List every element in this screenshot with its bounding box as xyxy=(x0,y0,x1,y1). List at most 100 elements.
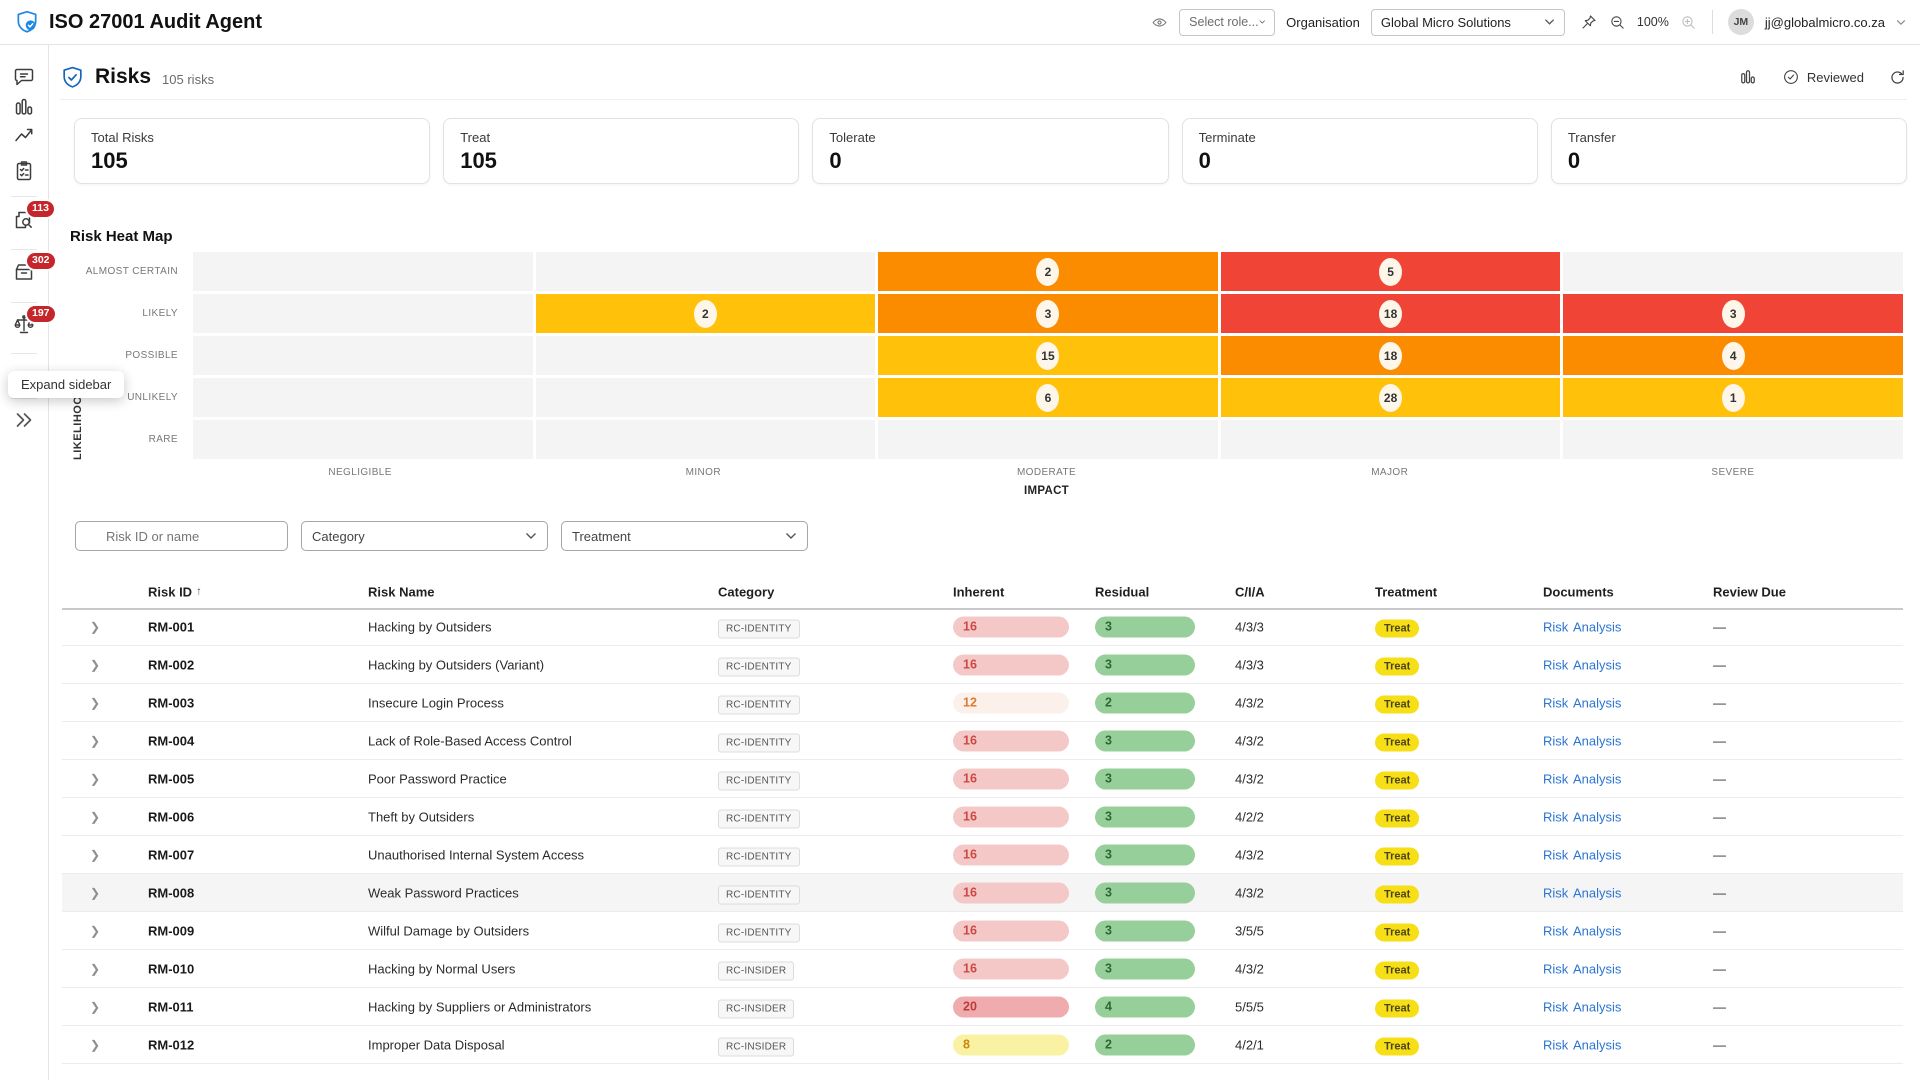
row-expand-icon[interactable]: ❯ xyxy=(90,924,100,938)
column-header-treatment[interactable]: Treatment xyxy=(1375,584,1437,599)
row-expand-icon[interactable]: ❯ xyxy=(90,734,100,748)
risk-document-link[interactable]: Risk xyxy=(1543,999,1568,1014)
chevron-down-icon[interactable] xyxy=(1896,19,1906,26)
analysis-document-link[interactable]: Analysis xyxy=(1573,923,1621,938)
heatmap-cell[interactable]: 18 xyxy=(1221,294,1561,333)
heatmap-cell[interactable]: 15 xyxy=(878,336,1218,375)
table-row[interactable]: ❯ RM-010 Hacking by Normal Users RC-INSI… xyxy=(62,950,1903,988)
risk-search-input[interactable] xyxy=(75,521,288,551)
sidebar-item-evidence-box[interactable]: 302 xyxy=(12,260,36,284)
table-row[interactable]: ❯ RM-006 Theft by Outsiders RC-IDENTITY … xyxy=(62,798,1903,836)
chevron-down-icon xyxy=(525,532,537,540)
zoom-out-icon[interactable] xyxy=(1609,14,1626,31)
analysis-document-link[interactable]: Analysis xyxy=(1573,809,1621,824)
row-expand-icon[interactable]: ❯ xyxy=(90,1000,100,1014)
column-header-category[interactable]: Category xyxy=(718,584,774,599)
heatmap-cell[interactable]: 6 xyxy=(878,378,1218,417)
cia-value: 4/3/2 xyxy=(1235,695,1264,710)
table-row[interactable]: ❯ RM-008 Weak Password Practices RC-IDEN… xyxy=(62,874,1903,912)
table-row[interactable]: ❯ RM-004 Lack of Role-Based Access Contr… xyxy=(62,722,1903,760)
row-expand-icon[interactable]: ❯ xyxy=(90,848,100,862)
heatmap-cell[interactable]: 4 xyxy=(1563,336,1903,375)
heatmap-row-label: ALMOST CERTAIN xyxy=(60,252,190,291)
column-header-cia[interactable]: C/I/A xyxy=(1235,584,1265,599)
analysis-document-link[interactable]: Analysis xyxy=(1573,695,1621,710)
analysis-document-link[interactable]: Analysis xyxy=(1573,771,1621,786)
analysis-document-link[interactable]: Analysis xyxy=(1573,733,1621,748)
heatmap-cell[interactable]: 1 xyxy=(1563,378,1903,417)
badge-count: 302 xyxy=(25,251,57,271)
heatmap-cell[interactable]: 18 xyxy=(1221,336,1561,375)
table-row-partial[interactable] xyxy=(62,1073,1903,1080)
column-header-inherent[interactable]: Inherent xyxy=(953,584,1004,599)
analysis-document-link[interactable]: Analysis xyxy=(1573,961,1621,976)
risk-document-link[interactable]: Risk xyxy=(1543,733,1568,748)
analysis-document-link[interactable]: Analysis xyxy=(1573,885,1621,900)
risk-document-link[interactable]: Risk xyxy=(1543,657,1568,672)
refresh-icon[interactable] xyxy=(1888,68,1907,87)
zoom-in-icon[interactable] xyxy=(1680,14,1697,31)
pin-icon[interactable] xyxy=(1580,13,1598,31)
heatmap-cell[interactable]: 5 xyxy=(1221,252,1561,291)
risk-document-link[interactable]: Risk xyxy=(1543,809,1568,824)
analysis-document-link[interactable]: Analysis xyxy=(1573,657,1621,672)
table-row[interactable]: ❯ RM-012 Improper Data Disposal RC-INSID… xyxy=(62,1026,1903,1064)
row-expand-icon[interactable]: ❯ xyxy=(90,620,100,634)
heatmap-cell[interactable]: 3 xyxy=(878,294,1218,333)
heatmap-cell[interactable]: 2 xyxy=(878,252,1218,291)
residual-score-pill: 3 xyxy=(1095,806,1195,827)
category-filter-select[interactable]: Category xyxy=(301,521,548,551)
heatmap-cell[interactable]: 2 xyxy=(536,294,876,333)
analysis-document-link[interactable]: Analysis xyxy=(1573,999,1621,1014)
row-expand-icon[interactable]: ❯ xyxy=(90,962,100,976)
sidebar-item-checklist[interactable] xyxy=(12,159,36,183)
heatmap-cell[interactable]: 28 xyxy=(1221,378,1561,417)
inherent-score-pill: 16 xyxy=(953,844,1069,865)
row-expand-icon[interactable]: ❯ xyxy=(90,772,100,786)
role-select[interactable]: Select role... xyxy=(1179,9,1275,36)
heatmap-cell xyxy=(536,252,876,291)
table-row[interactable]: ❯ RM-011 Hacking by Suppliers or Adminis… xyxy=(62,988,1903,1026)
row-expand-icon[interactable]: ❯ xyxy=(90,886,100,900)
row-expand-icon[interactable]: ❯ xyxy=(90,658,100,672)
sidebar-item-trend[interactable] xyxy=(12,122,36,146)
risk-document-link[interactable]: Risk xyxy=(1543,885,1568,900)
sidebar-item-chat[interactable] xyxy=(12,65,36,89)
column-header-risk-id[interactable]: Risk ID↑ xyxy=(148,584,202,599)
avatar[interactable]: JM xyxy=(1728,9,1754,35)
analysis-document-link[interactable]: Analysis xyxy=(1573,1037,1621,1052)
risk-document-link[interactable]: Risk xyxy=(1543,847,1568,862)
risk-document-link[interactable]: Risk xyxy=(1543,771,1568,786)
risk-document-link[interactable]: Risk xyxy=(1543,961,1568,976)
table-row[interactable]: ❯ RM-005 Poor Password Practice RC-IDENT… xyxy=(62,760,1903,798)
row-expand-icon[interactable]: ❯ xyxy=(90,696,100,710)
row-expand-icon[interactable]: ❯ xyxy=(90,810,100,824)
sidebar-item-scales[interactable]: 197 xyxy=(12,313,36,337)
sidebar-item-bar-chart[interactable] xyxy=(12,95,36,119)
risk-document-link[interactable]: Risk xyxy=(1543,1037,1568,1052)
table-row[interactable]: ❯ RM-007 Unauthorised Internal System Ac… xyxy=(62,836,1903,874)
risk-document-link[interactable]: Risk xyxy=(1543,923,1568,938)
column-header-residual[interactable]: Residual xyxy=(1095,584,1149,599)
column-header-risk-name[interactable]: Risk Name xyxy=(368,584,434,599)
risk-document-link[interactable]: Risk xyxy=(1543,619,1568,634)
analysis-document-link[interactable]: Analysis xyxy=(1573,847,1621,862)
sidebar-item-audit-search[interactable]: 113 xyxy=(12,208,36,232)
organisation-select[interactable]: Global Micro Solutions xyxy=(1371,9,1565,36)
row-expand-icon[interactable]: ❯ xyxy=(90,1038,100,1052)
user-email[interactable]: jj@globalmicro.co.za xyxy=(1765,15,1885,30)
analysis-document-link[interactable]: Analysis xyxy=(1573,619,1621,634)
treatment-filter-select[interactable]: Treatment xyxy=(561,521,808,551)
chart-view-icon[interactable] xyxy=(1738,67,1758,87)
table-row[interactable]: ❯ RM-002 Hacking by Outsiders (Variant) … xyxy=(62,646,1903,684)
reviewed-button[interactable]: Reviewed xyxy=(1782,68,1864,86)
table-row[interactable]: ❯ RM-003 Insecure Login Process RC-IDENT… xyxy=(62,684,1903,722)
expand-sidebar-button[interactable] xyxy=(12,408,36,432)
heatmap-cell[interactable]: 3 xyxy=(1563,294,1903,333)
risk-document-link[interactable]: Risk xyxy=(1543,695,1568,710)
risk-id: RM-009 xyxy=(148,923,194,938)
column-header-documents[interactable]: Documents xyxy=(1543,584,1614,599)
table-row[interactable]: ❯ RM-009 Wilful Damage by Outsiders RC-I… xyxy=(62,912,1903,950)
table-row[interactable]: ❯ RM-001 Hacking by Outsiders RC-IDENTIT… xyxy=(62,608,1903,646)
column-header-review-due[interactable]: Review Due xyxy=(1713,584,1786,599)
